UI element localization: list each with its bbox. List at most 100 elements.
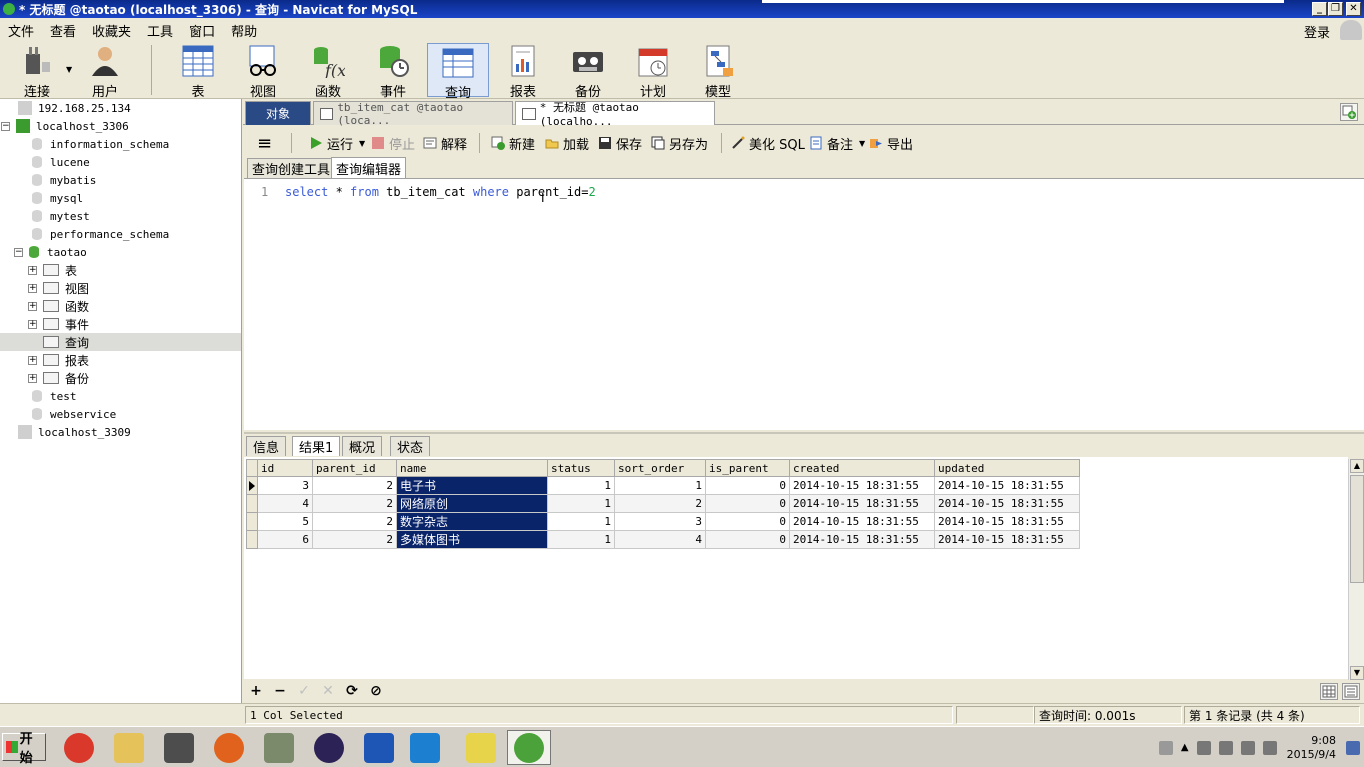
column-header-sort-order[interactable]: sort_order [614,459,706,477]
run-button[interactable]: 运行 ▼ [309,134,365,153]
taskbar-app-navicat[interactable] [507,730,551,765]
cell-sort-order[interactable]: 3 [614,512,706,531]
cell-created[interactable]: 2014-10-15 18:31:55 [789,530,935,549]
tree-node-host-192-168-25-134[interactable]: 192.168.25.134 [18,99,131,117]
tree-node-views[interactable]: + 视图 [28,279,89,297]
cell-status[interactable]: 1 [547,512,615,531]
load-button[interactable]: 加载 [545,134,589,153]
expand-icon[interactable]: + [28,283,37,293]
tab-status[interactable]: 状态 [390,436,431,456]
expand-icon[interactable]: + [28,319,37,329]
cell-id[interactable]: 6 [257,530,313,549]
column-header-id[interactable]: id [257,459,313,477]
cell-is-parent[interactable]: 0 [705,530,790,549]
network-icon[interactable] [1196,740,1211,755]
menu-tools[interactable]: 工具 [139,21,181,40]
schedule-button[interactable]: 计划 [622,43,684,100]
tree-node-db[interactable]: mytest [32,207,90,225]
tree-node-db-taotao[interactable]: − taotao [14,243,87,261]
tree-node-functions[interactable]: + 函数 [28,297,89,315]
tray-expand-icon[interactable]: ▲ [1181,742,1189,753]
cell-name[interactable]: 数字杂志 [396,512,548,531]
taskbar-app-sublime[interactable] [157,730,201,765]
model-button[interactable]: 模型 [687,43,749,100]
table-button[interactable]: 表 [167,43,229,100]
sql-editor[interactable]: 1 select * from tb_item_cat where parent… [244,178,1364,430]
result-grid[interactable]: id parent_id name status sort_order is_p… [244,457,1348,679]
close-button[interactable]: ✕ [1346,2,1361,16]
menu-window[interactable]: 窗口 [181,21,223,40]
show-desktop-icon[interactable] [1346,740,1360,755]
report-button[interactable]: 报表 [492,43,554,100]
expand-icon[interactable]: + [28,373,37,383]
cell-updated[interactable]: 2014-10-15 18:31:55 [934,530,1080,549]
column-header-updated[interactable]: updated [934,459,1080,477]
tree-node-db[interactable]: information_schema [32,135,169,153]
tree-node-db[interactable]: performance_schema [32,225,169,243]
taskbar-app-chrome[interactable] [57,730,101,765]
connect-button[interactable]: 连接 [6,43,68,100]
cell-created[interactable]: 2014-10-15 18:31:55 [789,476,935,495]
sql-code[interactable]: select * from tb_item_cat where parent_i… [285,185,596,199]
column-header-created[interactable]: created [789,459,935,477]
cell-updated[interactable]: 2014-10-15 18:31:55 [934,512,1080,531]
scroll-down-icon[interactable]: ▼ [1350,666,1364,680]
tab-query-editor[interactable]: 查询编辑器 [331,157,407,178]
row-indicator[interactable] [246,530,258,549]
column-header-is-parent[interactable]: is_parent [705,459,790,477]
tab-result-1[interactable]: 结果1 [292,436,341,456]
scroll-thumb[interactable] [1350,475,1364,583]
view-button[interactable]: 视图 [232,43,294,100]
table-row[interactable]: 6 2 多媒体图书 1 4 0 2014-10-15 18:31:55 2014… [246,530,1080,549]
explain-button[interactable]: 解释 [423,134,467,153]
tab-query-builder[interactable]: 查询创建工具 [247,158,336,178]
tab-info[interactable]: 信息 [246,436,287,456]
taskbar-app-config[interactable] [257,730,301,765]
menu-icon[interactable]: ≡ [257,133,272,154]
tree-node-localhost-3306[interactable]: − localhost_3306 [1,117,129,135]
user-button[interactable]: 用户 [74,43,136,100]
grid-view-button[interactable] [1320,683,1338,700]
tree-node-tables[interactable]: + 表 [28,261,77,279]
row-indicator[interactable] [246,476,258,495]
cell-id[interactable]: 3 [257,476,313,495]
start-button[interactable]: 开始 [2,732,46,766]
form-view-button[interactable] [1342,683,1360,700]
menu-favorites[interactable]: 收藏夹 [84,21,139,40]
cell-created[interactable]: 2014-10-15 18:31:55 [789,494,935,513]
tab-objects[interactable]: 对象 [245,101,311,125]
scroll-up-icon[interactable]: ▲ [1350,459,1364,473]
avatar[interactable] [1340,20,1362,40]
taskbar-app-word[interactable] [357,730,401,765]
menu-file[interactable]: 文件 [0,21,42,40]
tab-untitled-query[interactable]: * 无标题 @taotao (localho... [515,101,715,128]
tree-node-events[interactable]: + 事件 [28,315,89,333]
tree-node-db[interactable]: lucene [32,153,90,171]
taskbar-app-virtualbox[interactable] [403,730,447,765]
cell-name[interactable]: 电子书 [396,476,548,495]
cell-updated[interactable]: 2014-10-15 18:31:55 [934,476,1080,495]
cell-is-parent[interactable]: 0 [705,476,790,495]
tree-node-localhost-3309[interactable]: localhost_3309 [18,423,131,441]
beautify-sql-button[interactable]: 美化 SQL [731,134,805,153]
cell-status[interactable]: 1 [547,530,615,549]
save-as-button[interactable]: 另存为 [651,134,708,153]
cell-id[interactable]: 4 [257,494,313,513]
cell-sort-order[interactable]: 2 [614,494,706,513]
menu-view[interactable]: 查看 [42,21,84,40]
stop-loading-button[interactable]: ⊘ [368,683,384,699]
clock[interactable]: 9:08 2015/9/4 [1287,734,1336,762]
cell-parent-id[interactable]: 2 [312,512,397,531]
add-record-button[interactable]: + [248,683,264,699]
row-indicator[interactable] [246,494,258,513]
tree-node-backups[interactable]: + 备份 [28,369,89,387]
stop-button[interactable]: 停止 [371,134,415,153]
cell-parent-id[interactable]: 2 [312,530,397,549]
menu-help[interactable]: 帮助 [223,21,265,40]
table-row[interactable]: 5 2 数字杂志 1 3 0 2014-10-15 18:31:55 2014-… [246,512,1080,531]
table-row[interactable]: 4 2 网络原创 1 2 0 2014-10-15 18:31:55 2014-… [246,494,1080,513]
tree-node-reports[interactable]: + 报表 [28,351,89,369]
cell-parent-id[interactable]: 2 [312,494,397,513]
volume-icon[interactable] [1240,740,1255,755]
column-header-parent-id[interactable]: parent_id [312,459,397,477]
